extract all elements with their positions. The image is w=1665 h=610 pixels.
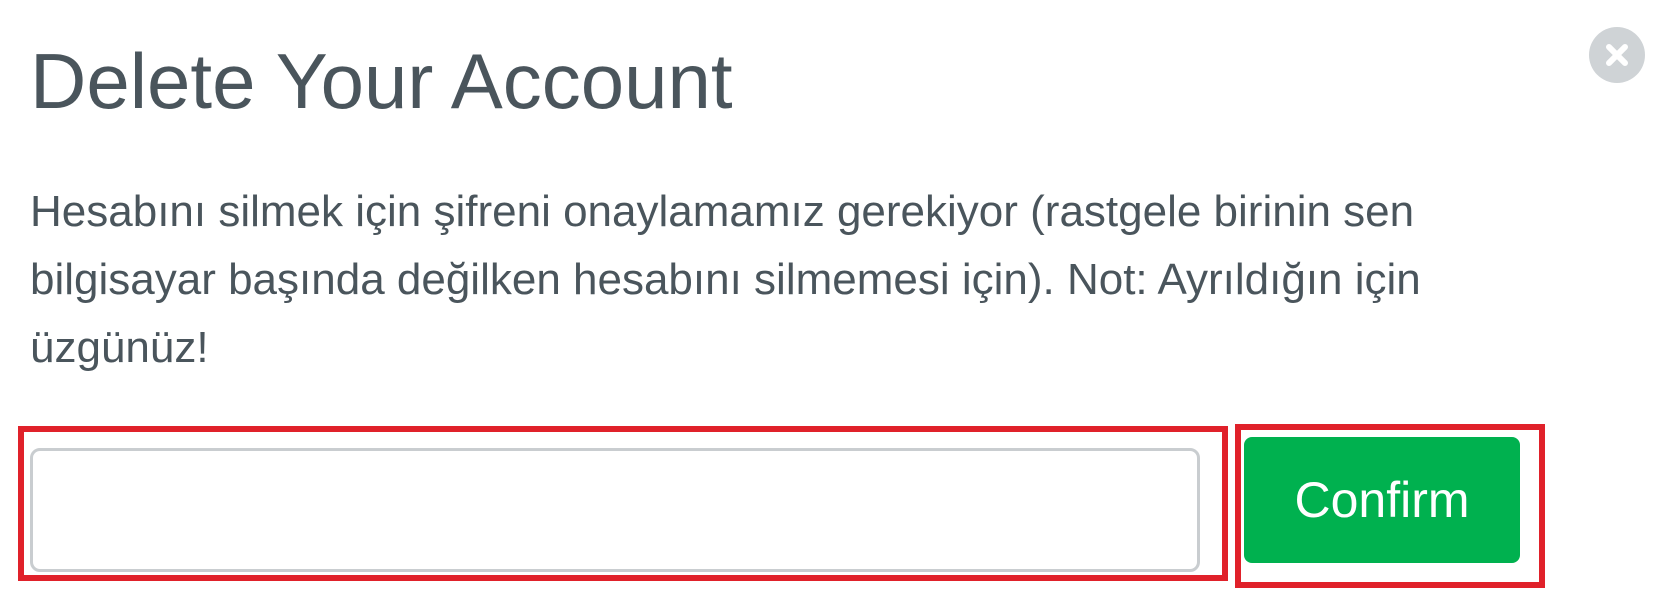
confirm-button[interactable]: Confirm [1244,437,1520,563]
dialog-title: Delete Your Account [30,37,733,125]
dialog-description: Hesabını silmek için şifreni onaylamamız… [30,187,1421,372]
password-input[interactable] [30,448,1200,572]
close-icon [1606,44,1628,66]
close-button[interactable] [1589,27,1645,83]
delete-account-dialog: Delete Your Account Hesabını silmek için… [0,0,1665,610]
